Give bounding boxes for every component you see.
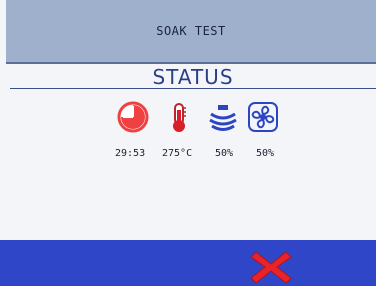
thermometer-icon xyxy=(173,103,186,132)
close-icon xyxy=(250,251,292,284)
fan-icon xyxy=(248,102,278,132)
steam-value: 50% xyxy=(215,148,234,159)
title-bar: SOAK TEST xyxy=(6,0,376,64)
bottom-bar xyxy=(0,240,376,286)
steam-icon xyxy=(209,105,237,131)
temperature-value: 275°C xyxy=(162,148,193,159)
status-values: 29:53 275°C 50% 50% xyxy=(0,148,376,162)
cancel-button[interactable] xyxy=(248,248,294,286)
status-title: STATUS xyxy=(152,65,234,89)
status-heading: STATUS xyxy=(10,66,376,89)
status-icons xyxy=(0,100,376,140)
screen-title: SOAK TEST xyxy=(156,24,226,38)
oven-screen: SOAK TEST STATUS 29:53 275°C 50% 50% xyxy=(0,0,376,286)
fan-value: 50% xyxy=(256,148,275,159)
timer-value: 29:53 xyxy=(115,148,146,159)
timer-icon xyxy=(117,101,149,133)
